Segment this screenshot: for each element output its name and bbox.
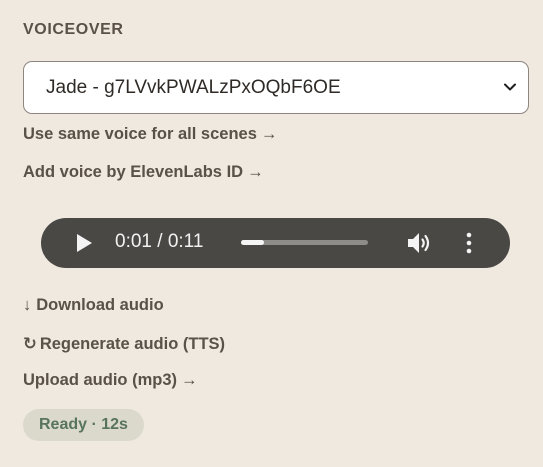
time-display: 0:01 / 0:11 (115, 231, 204, 252)
use-same-voice-link[interactable]: Use same voice for all scenes → (23, 125, 277, 144)
regenerate-audio-link[interactable]: ↻ Regenerate audio (TTS) (23, 334, 225, 354)
play-icon[interactable] (74, 233, 94, 253)
audio-player: 0:01 / 0:11 (41, 218, 510, 268)
refresh-icon: ↻ (23, 335, 37, 353)
download-icon: ↓ (23, 296, 32, 314)
status-badge: Ready · 12s (23, 409, 144, 441)
arrow-right-icon: → (247, 163, 264, 181)
add-voice-label: Add voice by ElevenLabs ID (23, 163, 244, 181)
upload-audio-link[interactable]: Upload audio (mp3) → (23, 371, 198, 390)
progress-fill (241, 240, 264, 245)
more-vertical-icon[interactable] (461, 232, 477, 254)
upload-audio-label: Upload audio (mp3) (23, 371, 177, 389)
add-voice-link[interactable]: Add voice by ElevenLabs ID → (23, 163, 264, 182)
download-audio-link[interactable]: ↓ Download audio (23, 296, 164, 315)
arrow-right-icon: → (260, 125, 278, 143)
status-text: Ready · 12s (39, 416, 128, 433)
download-audio-label: Download audio (36, 296, 164, 314)
volume-icon[interactable] (407, 231, 433, 255)
section-title: VOICEOVER (23, 21, 124, 38)
chevron-down-icon (504, 83, 516, 91)
voice-select[interactable]: Jade - g7LVvkPWALzPxOQbF6OE (23, 61, 529, 114)
voice-select-value: Jade - g7LVvkPWALzPxOQbF6OE (46, 76, 341, 98)
use-same-voice-label: Use same voice for all scenes (23, 125, 257, 143)
progress-slider[interactable] (241, 240, 368, 245)
arrow-right-icon: → (181, 371, 198, 389)
regenerate-audio-label: Regenerate audio (TTS) (39, 335, 226, 353)
